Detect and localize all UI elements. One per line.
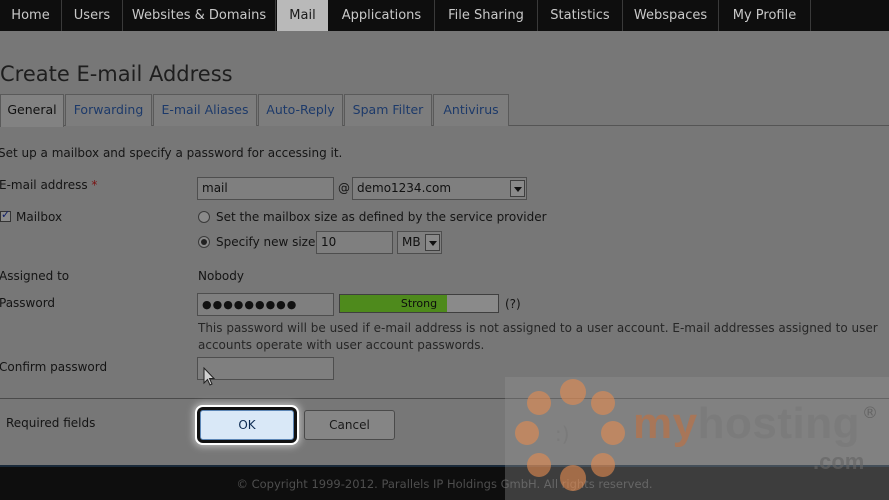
required-fields-note: Required fields [6,416,96,430]
logo-dot [527,391,551,415]
logo-dot [560,465,586,491]
tab-bar: General Forwarding E-mail Aliases Auto-R… [0,94,889,127]
nav-websites-domains[interactable]: Websites & Domains [123,0,276,31]
nav-webspaces[interactable]: Webspaces [623,0,719,31]
watermark-brand-a: my [633,399,698,448]
top-navigation: Home Users Websites & Domains Mail Appli… [0,0,889,33]
nav-applications[interactable]: Applications [329,0,435,31]
watermark-brand: myhosting [633,399,860,449]
tab-auto-reply[interactable]: Auto-Reply [258,94,343,126]
password-label: Password [0,296,56,310]
email-domain-select[interactable]: demo1234.com [352,177,527,200]
confirm-password-input[interactable] [197,357,334,380]
watermark-suffix: .com [813,449,865,474]
nav-statistics[interactable]: Statistics [538,0,623,31]
mailbox-unit-value: MB [402,235,421,249]
mailbox-size-default-radio[interactable] [198,211,210,223]
email-label-text: E-mail address [0,178,88,192]
watermark-brand-b: hosting [697,399,860,448]
password-strength-label: Strong [400,297,438,310]
mailbox-unit-select[interactable]: MB [397,231,442,254]
tab-email-aliases[interactable]: E-mail Aliases [153,94,257,126]
required-mark: * [91,178,98,192]
tab-forwarding[interactable]: Forwarding [65,94,152,126]
logo-dot [527,453,551,477]
logo-dot [601,421,625,445]
email-label: E-mail address * [0,178,97,192]
tab-spam-filter[interactable]: Spam Filter [344,94,432,126]
assigned-label: Assigned to [0,269,70,283]
password-input[interactable]: ●●●●●●●●● [197,293,334,316]
logo-dot [591,391,615,415]
nav-home[interactable]: Home [0,0,62,31]
mailbox-label: Mailbox [16,210,63,224]
logo-dot [591,453,615,477]
form-intro: Set up a mailbox and specify a password … [0,146,343,160]
nav-mail[interactable]: Mail [277,0,328,33]
smiley-icon: :) [555,422,570,446]
tab-antivirus[interactable]: Antivirus [433,94,509,126]
mailbox-size-default-label: Set the mailbox size as defined by the s… [216,210,547,224]
page-title: Create E-mail Address [0,62,233,86]
chevron-down-icon[interactable] [425,234,440,251]
mouse-cursor-icon [203,367,216,386]
logo-dot [560,379,586,405]
chevron-down-icon[interactable] [510,180,525,197]
mailbox-size-input[interactable]: 10 [316,231,393,254]
email-domain-value: demo1234.com [357,181,452,195]
password-hint: This password will be used if e-mail add… [198,321,878,352]
mailbox-checkbox[interactable] [0,208,11,222]
cancel-button[interactable]: Cancel [304,410,395,440]
assigned-value: Nobody [198,269,244,283]
watermark-registered: ® [862,403,878,422]
ok-button[interactable]: OK [200,410,294,440]
tab-general[interactable]: General [0,94,64,127]
password-strength-meter: Strong [339,294,499,313]
email-local-input[interactable]: mail [197,177,334,200]
mailbox-size-custom-label: Specify new size [216,235,316,249]
nav-my-profile[interactable]: My Profile [719,0,811,31]
confirm-password-label: Confirm password [0,360,108,374]
logo-dot [515,421,539,445]
myhosting-watermark: :) myhosting ® .com [505,377,889,500]
password-help-link[interactable]: (?) [505,297,521,311]
nav-users[interactable]: Users [62,0,123,31]
at-sign: @ [338,181,350,195]
nav-file-sharing[interactable]: File Sharing [435,0,538,31]
mailbox-size-custom-radio[interactable] [198,236,210,248]
